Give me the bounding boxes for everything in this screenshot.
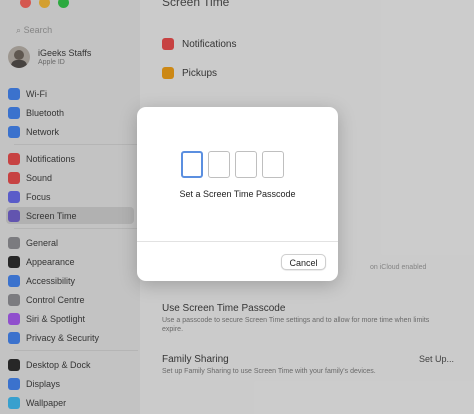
passcode-digit-2[interactable] xyxy=(208,151,230,178)
passcode-dialog: Set a Screen Time Passcode Cancel xyxy=(137,107,338,281)
system-settings-window: ⌕ Search iGeeks Staffs Apple ID Wi-Fi Bl… xyxy=(0,0,474,414)
cancel-button[interactable]: Cancel xyxy=(281,254,326,270)
passcode-digit-3[interactable] xyxy=(235,151,257,178)
dialog-divider xyxy=(137,241,338,242)
passcode-digit-fields xyxy=(181,151,284,178)
passcode-digit-4[interactable] xyxy=(262,151,284,178)
passcode-digit-1[interactable] xyxy=(181,151,203,178)
dialog-title: Set a Screen Time Passcode xyxy=(179,189,296,199)
